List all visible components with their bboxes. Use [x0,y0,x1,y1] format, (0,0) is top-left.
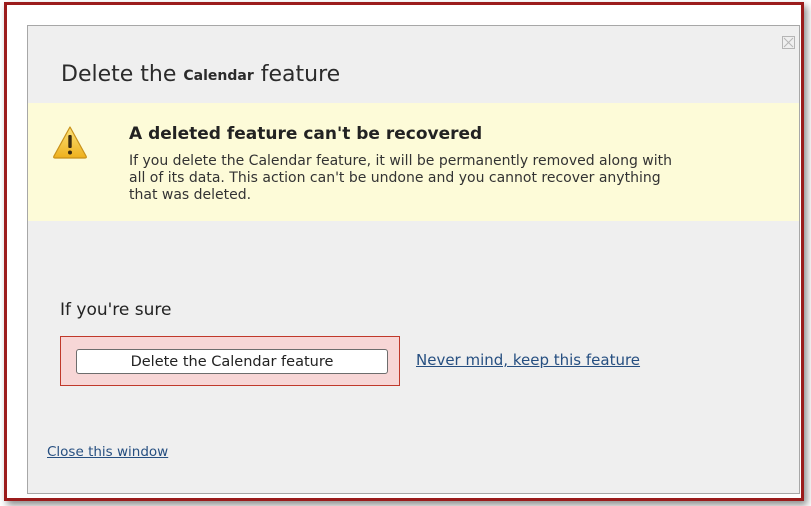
warning-triangle-icon [53,126,87,159]
close-x-icon[interactable] [782,36,795,49]
keep-feature-link[interactable]: Never mind, keep this feature [416,351,640,369]
delete-feature-dialog: Delete the Calendar feature A deleted fe… [27,25,800,494]
warning-heading: A deleted feature can't be recovered [129,124,483,144]
delete-button-highlight: Delete the Calendar feature [60,336,400,386]
confirm-heading: If you're sure [60,300,172,320]
close-window-link[interactable]: Close this window [47,444,168,460]
title-feature-name: Calendar [183,68,254,84]
dialog-title: Delete the Calendar feature [61,62,340,87]
screenshot-frame: Delete the Calendar feature A deleted fe… [4,2,804,501]
warning-body: If you delete the Calendar feature, it w… [129,153,673,203]
title-prefix: Delete the [61,62,177,87]
delete-feature-button[interactable]: Delete the Calendar feature [76,349,388,374]
warning-banner: A deleted feature can't be recovered If … [28,103,799,221]
title-suffix: feature [260,62,341,87]
